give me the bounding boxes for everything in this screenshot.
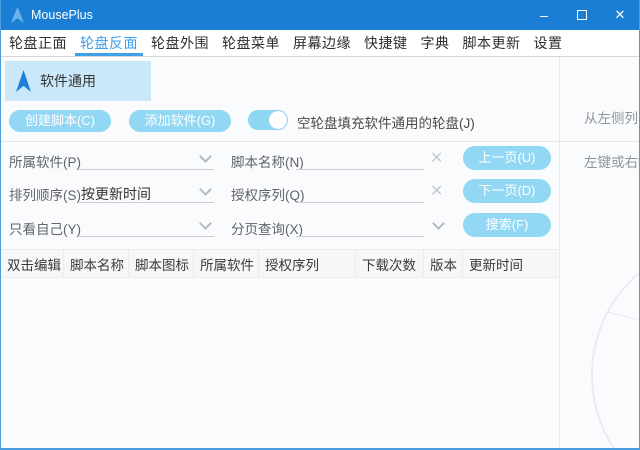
toggle-knob <box>269 111 287 129</box>
close-icon: ✕ <box>615 7 626 23</box>
script-table-header: 双击编辑 脚本名称 脚本图标 所属软件 授权序列 下载次数 版本 更新时间 <box>1 249 558 278</box>
create-script-button[interactable]: 创建脚本(C) <box>9 110 111 132</box>
tab-hotkeys[interactable]: 快捷键 <box>364 30 408 56</box>
vertical-divider <box>559 57 560 448</box>
cursor-arrow-icon <box>16 70 31 92</box>
script-name-input[interactable] <box>296 146 424 170</box>
page-query-label: 分页查询(X) <box>231 218 303 238</box>
col-download-count[interactable]: 下载次数 <box>356 250 424 277</box>
app-window: MousePlus – ✕ 轮盘正面 轮盘反面 轮盘外围 轮盘菜单 屏幕边缘 快… <box>0 0 640 450</box>
col-update-time[interactable]: 更新时间 <box>463 250 558 277</box>
script-name-label: 脚本名称(N) <box>231 151 304 171</box>
tab-settings[interactable]: 设置 <box>534 30 563 56</box>
clear-icon[interactable]: ✕ <box>430 148 443 168</box>
main-tab-bar: 轮盘正面 轮盘反面 轮盘外围 轮盘菜单 屏幕边缘 快捷键 字典 脚本更新 设置 <box>1 30 639 57</box>
sort-order-label: 排列顺序(S) <box>9 184 81 204</box>
only-mine-select[interactable] <box>79 213 214 237</box>
add-software-button[interactable]: 添加软件(G) <box>129 110 231 132</box>
tab-wheel-outer[interactable]: 轮盘外围 <box>151 30 209 56</box>
maximize-icon <box>577 10 587 20</box>
app-logo-icon <box>11 7 24 23</box>
sort-order-select[interactable]: 按更新时间 <box>79 179 214 203</box>
next-page-button[interactable]: 下一页(D) <box>463 179 551 203</box>
list-item-software-common[interactable]: 软件通用 <box>5 61 151 101</box>
col-script-name[interactable]: 脚本名称 <box>64 250 129 277</box>
tab-dictionary[interactable]: 字典 <box>421 30 450 56</box>
col-script-icon[interactable]: 脚本图标 <box>129 250 194 277</box>
owner-software-label: 所属软件(P) <box>9 151 81 171</box>
app-title: MousePlus <box>31 8 93 22</box>
owner-software-select[interactable] <box>79 146 214 170</box>
chevron-down-icon[interactable] <box>432 217 445 230</box>
clear-icon[interactable]: ✕ <box>430 181 443 201</box>
fill-wheel-toggle[interactable] <box>248 110 288 130</box>
help-text-1: 从左侧列表 <box>584 107 640 127</box>
tab-wheel-back[interactable]: 轮盘反面 <box>80 30 138 56</box>
horizontal-divider <box>1 141 639 142</box>
only-mine-label: 只看自己(Y) <box>9 218 81 238</box>
col-auth-serial[interactable]: 授权序列 <box>259 250 356 277</box>
col-owner-software[interactable]: 所属软件 <box>194 250 259 277</box>
tab-screen-edge[interactable]: 屏幕边缘 <box>293 30 351 56</box>
title-bar: MousePlus – ✕ <box>1 0 639 30</box>
close-button[interactable]: ✕ <box>603 0 637 30</box>
tab-script-update[interactable]: 脚本更新 <box>463 30 521 56</box>
list-item-label: 软件通用 <box>40 71 96 91</box>
sort-order-value: 按更新时间 <box>81 184 151 204</box>
filter-row-1: 所属软件(P) 脚本名称(N) ✕ 上一页(U) <box>1 146 559 172</box>
auth-serial-input[interactable] <box>296 179 424 203</box>
tab-wheel-menu[interactable]: 轮盘菜单 <box>222 30 280 56</box>
chevron-down-icon <box>199 183 212 196</box>
minimize-icon: – <box>540 7 548 23</box>
maximize-button[interactable] <box>565 0 599 30</box>
tab-wheel-front[interactable]: 轮盘正面 <box>9 30 67 56</box>
page-query-select[interactable] <box>296 213 424 237</box>
filter-row-3: 只看自己(Y) 分页查询(X) 搜索(F) <box>1 213 559 239</box>
fill-wheel-toggle-label: 空轮盘填充软件通用的轮盘(J) <box>297 112 475 132</box>
minimize-button[interactable]: – <box>527 0 561 30</box>
chevron-down-icon <box>199 150 212 163</box>
search-button[interactable]: 搜索(F) <box>463 213 551 237</box>
col-version[interactable]: 版本 <box>424 250 463 277</box>
col-double-click-edit[interactable]: 双击编辑 <box>1 250 64 277</box>
watermark-circle <box>591 240 640 450</box>
auth-serial-label: 授权序列(Q) <box>231 184 305 204</box>
prev-page-button[interactable]: 上一页(U) <box>463 146 551 170</box>
help-text-2: 左键或右键 <box>584 151 640 171</box>
filter-row-2: 排列顺序(S) 按更新时间 授权序列(Q) ✕ 下一页(D) <box>1 179 559 205</box>
chevron-down-icon <box>199 217 212 230</box>
